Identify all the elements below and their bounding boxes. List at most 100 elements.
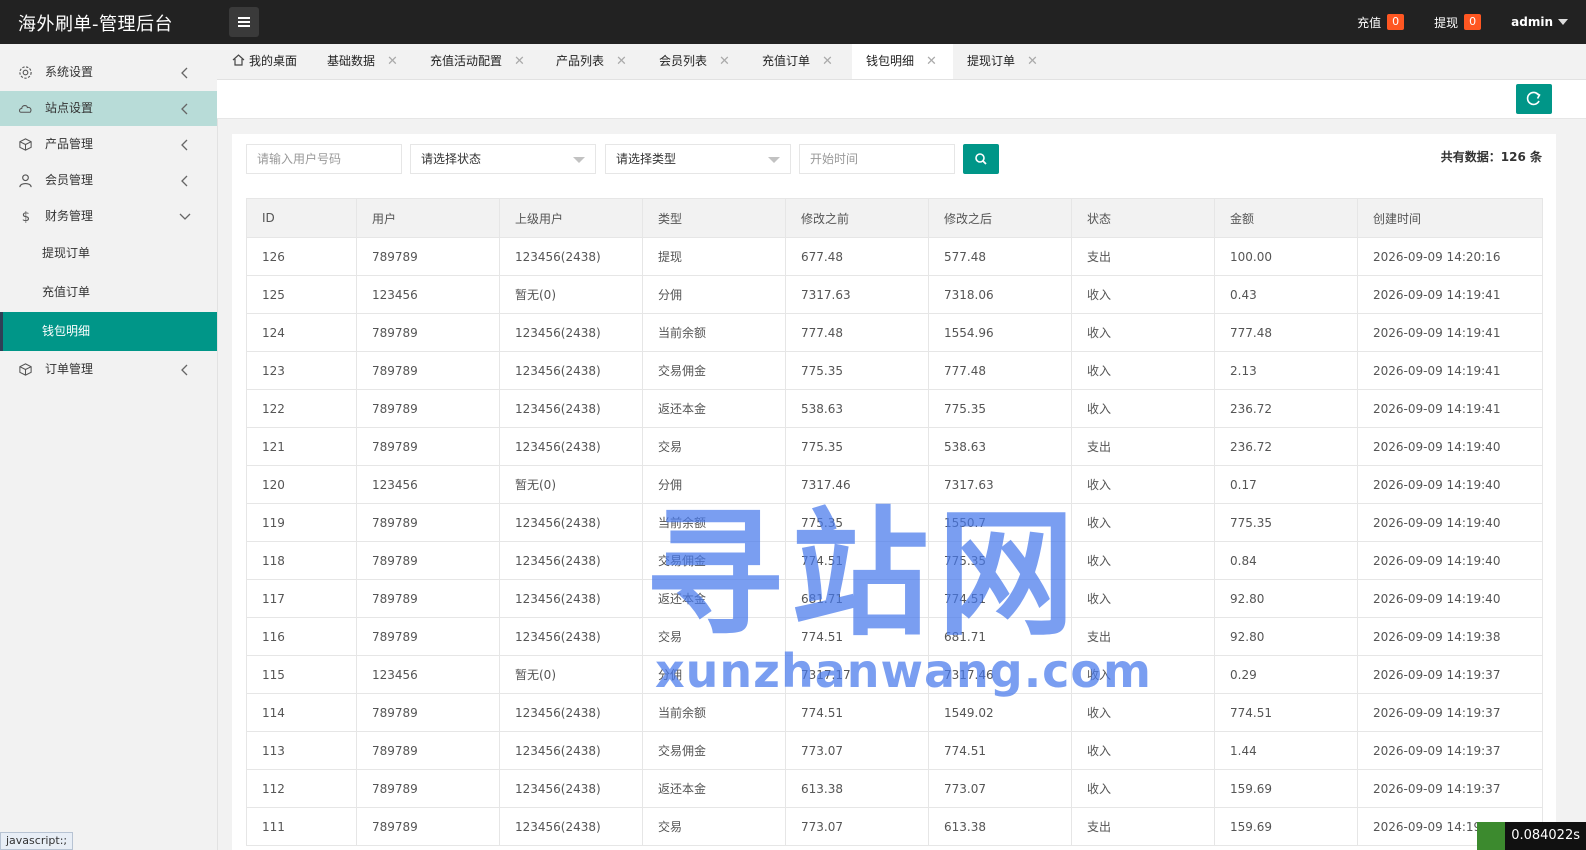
table-cell: 123456(2438) bbox=[499, 769, 643, 808]
table-cell: 收入 bbox=[1071, 541, 1215, 580]
table-cell: 123456(2438) bbox=[499, 693, 643, 732]
sidebar-item-product-management[interactable]: 产品管理 bbox=[0, 127, 217, 162]
table-cell: 681.71 bbox=[785, 579, 929, 618]
table-cell: 775.35 bbox=[928, 541, 1072, 580]
sidebar-subitem-withdraw-orders[interactable]: 提现订单 bbox=[0, 234, 217, 273]
wallet-details-table: ID 用户 上级用户 类型 修改之前 修改之后 状态 金额 创建时间 126 78… bbox=[246, 198, 1543, 846]
table-cell: 收入 bbox=[1071, 275, 1215, 314]
table-cell: 暂无(0) bbox=[499, 655, 643, 694]
table-row: 122 789789 123456(2438) 返还本金 538.63 775.35 收入 2… bbox=[246, 389, 1543, 428]
table-cell: 92.80 bbox=[1214, 617, 1358, 656]
table-cell: 777.48 bbox=[785, 313, 929, 352]
table-cell: 2026-09-09 14:19:38 bbox=[1357, 617, 1543, 656]
table-cell: 613.38 bbox=[928, 807, 1072, 846]
total-count: 共有数据：126 条 bbox=[1440, 150, 1542, 164]
table-cell: 支出 bbox=[1071, 427, 1215, 466]
table-cell: 100.00 bbox=[1214, 237, 1358, 276]
close-icon[interactable]: ✕ bbox=[822, 54, 833, 69]
table-cell: 当前余额 bbox=[642, 693, 786, 732]
recharge-label: 充值 bbox=[1357, 15, 1382, 30]
table-cell: 775.35 bbox=[785, 351, 929, 390]
table-cell: 677.48 bbox=[785, 237, 929, 276]
table-cell: 123456 bbox=[356, 465, 500, 504]
table-cell: 交易 bbox=[642, 617, 786, 656]
tab-recharge-activity[interactable]: 充值活动配置 ✕ bbox=[420, 44, 535, 79]
sidebar-item-member-management[interactable]: 会员管理 bbox=[0, 163, 217, 198]
table-cell: 774.51 bbox=[785, 617, 929, 656]
close-icon[interactable]: ✕ bbox=[719, 54, 730, 69]
table-cell: 2026-09-09 14:19:40 bbox=[1357, 465, 1543, 504]
table-cell: 0.17 bbox=[1214, 465, 1358, 504]
table-cell: 收入 bbox=[1071, 579, 1215, 618]
table-cell: 789789 bbox=[356, 541, 500, 580]
withdraw-count-badge: 0 bbox=[1464, 14, 1482, 30]
close-icon[interactable]: ✕ bbox=[387, 54, 398, 69]
sidebar-item-system-settings[interactable]: 系统设置 bbox=[0, 55, 217, 90]
refresh-icon bbox=[1526, 91, 1541, 106]
recharge-link[interactable]: 充值 0 bbox=[1357, 14, 1405, 31]
table-row: 124 789789 123456(2438) 当前余额 777.48 1554.96 收入… bbox=[246, 313, 1543, 352]
tab-withdraw-orders[interactable]: 提现订单 ✕ bbox=[957, 44, 1048, 79]
sidebar-item-order-management[interactable]: 订单管理 bbox=[0, 352, 217, 387]
table-cell: 1.44 bbox=[1214, 731, 1358, 770]
table-cell: 123456(2438) bbox=[499, 389, 643, 428]
tab-recharge-orders[interactable]: 充值订单 ✕ bbox=[752, 44, 843, 79]
sidebar-item-label: 财务管理 bbox=[45, 209, 94, 223]
table-cell: 126 bbox=[246, 237, 357, 276]
refresh-button[interactable] bbox=[1516, 84, 1552, 114]
table-cell: 123456(2438) bbox=[499, 503, 643, 542]
close-icon[interactable]: ✕ bbox=[514, 54, 525, 69]
content-card: 请输入用户号码 请选择状态 请选择类型 开始时间 共有数据：126 条 ID 用… bbox=[232, 134, 1556, 850]
search-button[interactable] bbox=[963, 144, 999, 174]
table-cell: 123456(2438) bbox=[499, 579, 643, 618]
table-cell: 774.51 bbox=[785, 541, 929, 580]
table-cell: 115 bbox=[246, 655, 357, 694]
tab-wallet-details[interactable]: 钱包明细 ✕ bbox=[852, 44, 953, 79]
table-row: 123 789789 123456(2438) 交易佣金 775.35 777.48 收入 2… bbox=[246, 351, 1543, 390]
sidebar-item-finance-management[interactable]: $ 财务管理 bbox=[0, 199, 217, 234]
sidebar-item-site-settings[interactable]: 站点设置 bbox=[0, 91, 217, 126]
type-select[interactable]: 请选择类型 bbox=[605, 144, 791, 174]
table-cell: 交易佣金 bbox=[642, 731, 786, 770]
status-select[interactable]: 请选择状态 bbox=[410, 144, 596, 174]
tab-bar: 我的桌面 基础数据 ✕ 充值活动配置 ✕ 产品列表 ✕ 会员列表 ✕ 充值订单 ✕ 钱包明… bbox=[217, 44, 1586, 80]
table-cell: 返还本金 bbox=[642, 769, 786, 808]
svg-text:$: $ bbox=[22, 210, 30, 224]
table-cell: 交易佣金 bbox=[642, 351, 786, 390]
table-cell: 773.07 bbox=[785, 807, 929, 846]
sidebar-item-label: 系统设置 bbox=[45, 65, 94, 79]
chevron-down-icon bbox=[1558, 19, 1568, 25]
search-icon bbox=[975, 153, 987, 165]
sidebar-subitem-wallet-details[interactable]: 钱包明细 bbox=[0, 312, 217, 351]
table-row: 119 789789 123456(2438) 当前余额 775.35 1550.7 收入 7… bbox=[246, 503, 1543, 542]
table-cell: 0.84 bbox=[1214, 541, 1358, 580]
tab-basic-data[interactable]: 基础数据 ✕ bbox=[317, 44, 408, 79]
sidebar-subitem-recharge-orders[interactable]: 充值订单 bbox=[0, 273, 217, 312]
start-time-input[interactable]: 开始时间 bbox=[799, 144, 955, 174]
menu-toggle-button[interactable] bbox=[229, 7, 259, 37]
table-cell: 交易 bbox=[642, 427, 786, 466]
table-cell: 775.35 bbox=[1214, 503, 1358, 542]
user-menu[interactable]: admin bbox=[1511, 15, 1568, 29]
tab-my-desktop[interactable]: 我的桌面 bbox=[222, 44, 307, 79]
table-cell: 112 bbox=[246, 769, 357, 808]
close-icon[interactable]: ✕ bbox=[1027, 54, 1038, 69]
table-cell: 分佣 bbox=[642, 275, 786, 314]
table-cell: 2026-09-09 14:19:37 bbox=[1357, 655, 1543, 694]
table-cell: 收入 bbox=[1071, 465, 1215, 504]
dropdown-arrow-icon bbox=[768, 157, 780, 163]
table-cell: 支出 bbox=[1071, 237, 1215, 276]
table-row: 120 123456 暂无(0) 分佣 7317.46 7317.63 收入 0.17 2026… bbox=[246, 465, 1543, 504]
table-cell: 775.35 bbox=[785, 427, 929, 466]
table-cell: 交易 bbox=[642, 807, 786, 846]
withdraw-link[interactable]: 提现 0 bbox=[1434, 14, 1482, 31]
table-row: 121 789789 123456(2438) 交易 775.35 538.63 支出 236… bbox=[246, 427, 1543, 466]
app-title: 海外刷单-管理后台 bbox=[18, 14, 173, 35]
tab-member-list[interactable]: 会员列表 ✕ bbox=[649, 44, 740, 79]
column-header: 类型 bbox=[642, 198, 786, 238]
close-icon[interactable]: ✕ bbox=[616, 54, 627, 69]
user-search-input[interactable]: 请输入用户号码 bbox=[246, 144, 402, 174]
close-icon[interactable]: ✕ bbox=[926, 54, 937, 69]
tab-product-list[interactable]: 产品列表 ✕ bbox=[546, 44, 637, 79]
table-cell: 收入 bbox=[1071, 731, 1215, 770]
